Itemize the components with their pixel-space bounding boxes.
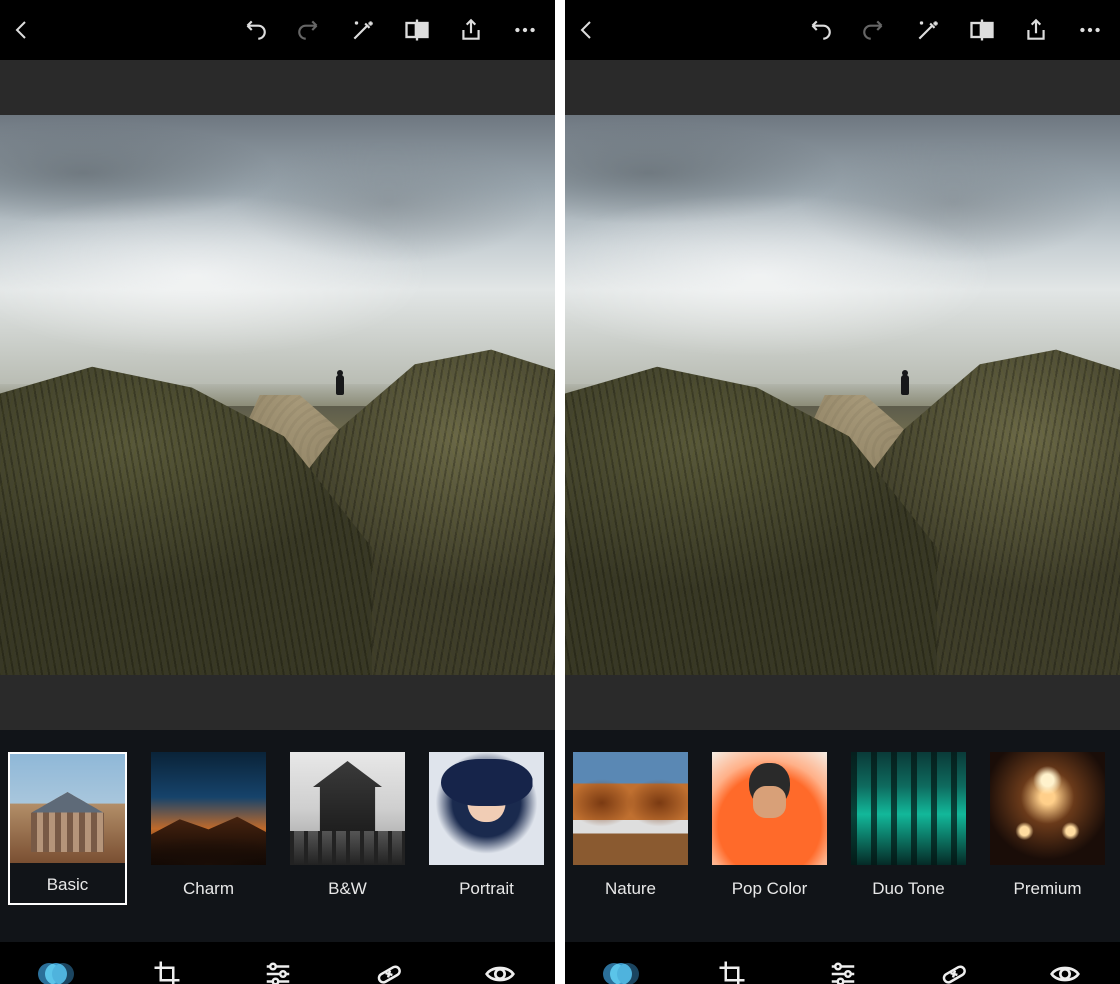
filter-duotone-thumb [851,752,966,865]
share-icon[interactable] [455,14,487,46]
undo-icon[interactable] [239,14,271,46]
filter-nature-thumb [573,752,688,865]
filter-label: Charm [183,879,234,899]
compare-icon[interactable] [401,14,433,46]
share-icon[interactable] [1020,14,1052,46]
compare-icon[interactable] [966,14,998,46]
heal-tool-icon[interactable] [932,952,976,984]
filter-strip[interactable]: Basic Charm B&W Portrait [0,730,555,942]
filter-label: Duo Tone [872,879,944,899]
adjust-tool-icon[interactable] [821,952,865,984]
filter-duotone[interactable]: Duo Tone [851,752,966,899]
more-icon[interactable] [509,14,541,46]
auto-enhance-icon[interactable] [912,14,944,46]
filter-popcolor-thumb [712,752,827,865]
auto-enhance-icon[interactable] [347,14,379,46]
screen-right: Nature Pop Color Duo Tone Premium [565,0,1120,984]
filter-portrait-thumb [429,752,544,865]
redeye-tool-icon[interactable] [1043,952,1087,984]
top-toolbar [0,0,555,60]
crop-tool-icon[interactable] [710,952,754,984]
filter-basic-thumb [10,754,125,863]
edited-photo [565,115,1120,675]
filter-nature[interactable]: Nature [573,752,688,899]
filter-popcolor[interactable]: Pop Color [712,752,827,899]
redo-icon[interactable] [858,14,890,46]
image-canvas[interactable] [0,60,555,730]
more-icon[interactable] [1074,14,1106,46]
redo-icon[interactable] [293,14,325,46]
back-icon[interactable] [6,14,38,46]
back-icon[interactable] [571,14,603,46]
looks-tool-icon[interactable] [599,952,643,984]
filter-charm[interactable]: Charm [151,752,266,899]
filter-premium-thumb [990,752,1105,865]
screen-left: Basic Charm B&W Portrait [0,0,555,984]
undo-icon[interactable] [804,14,836,46]
filter-bw-thumb [290,752,405,865]
filter-bw[interactable]: B&W [290,752,405,899]
redeye-tool-icon[interactable] [478,952,522,984]
filter-premium[interactable]: Premium [990,752,1105,899]
filter-basic[interactable]: Basic [8,752,127,905]
heal-tool-icon[interactable] [367,952,411,984]
filter-label: Portrait [459,879,514,899]
filter-strip[interactable]: Nature Pop Color Duo Tone Premium [565,730,1120,942]
filter-label: Nature [605,879,656,899]
filter-label: Basic [47,875,89,895]
crop-tool-icon[interactable] [145,952,189,984]
looks-tool-icon[interactable] [34,952,78,984]
filter-label: Pop Color [732,879,808,899]
bottom-toolbar [0,942,555,984]
filter-label: Premium [1013,879,1081,899]
top-toolbar [565,0,1120,60]
filter-label: B&W [328,879,367,899]
image-canvas[interactable] [565,60,1120,730]
edited-photo [0,115,555,675]
filter-charm-thumb [151,752,266,865]
filter-portrait[interactable]: Portrait [429,752,544,899]
bottom-toolbar [565,942,1120,984]
adjust-tool-icon[interactable] [256,952,300,984]
